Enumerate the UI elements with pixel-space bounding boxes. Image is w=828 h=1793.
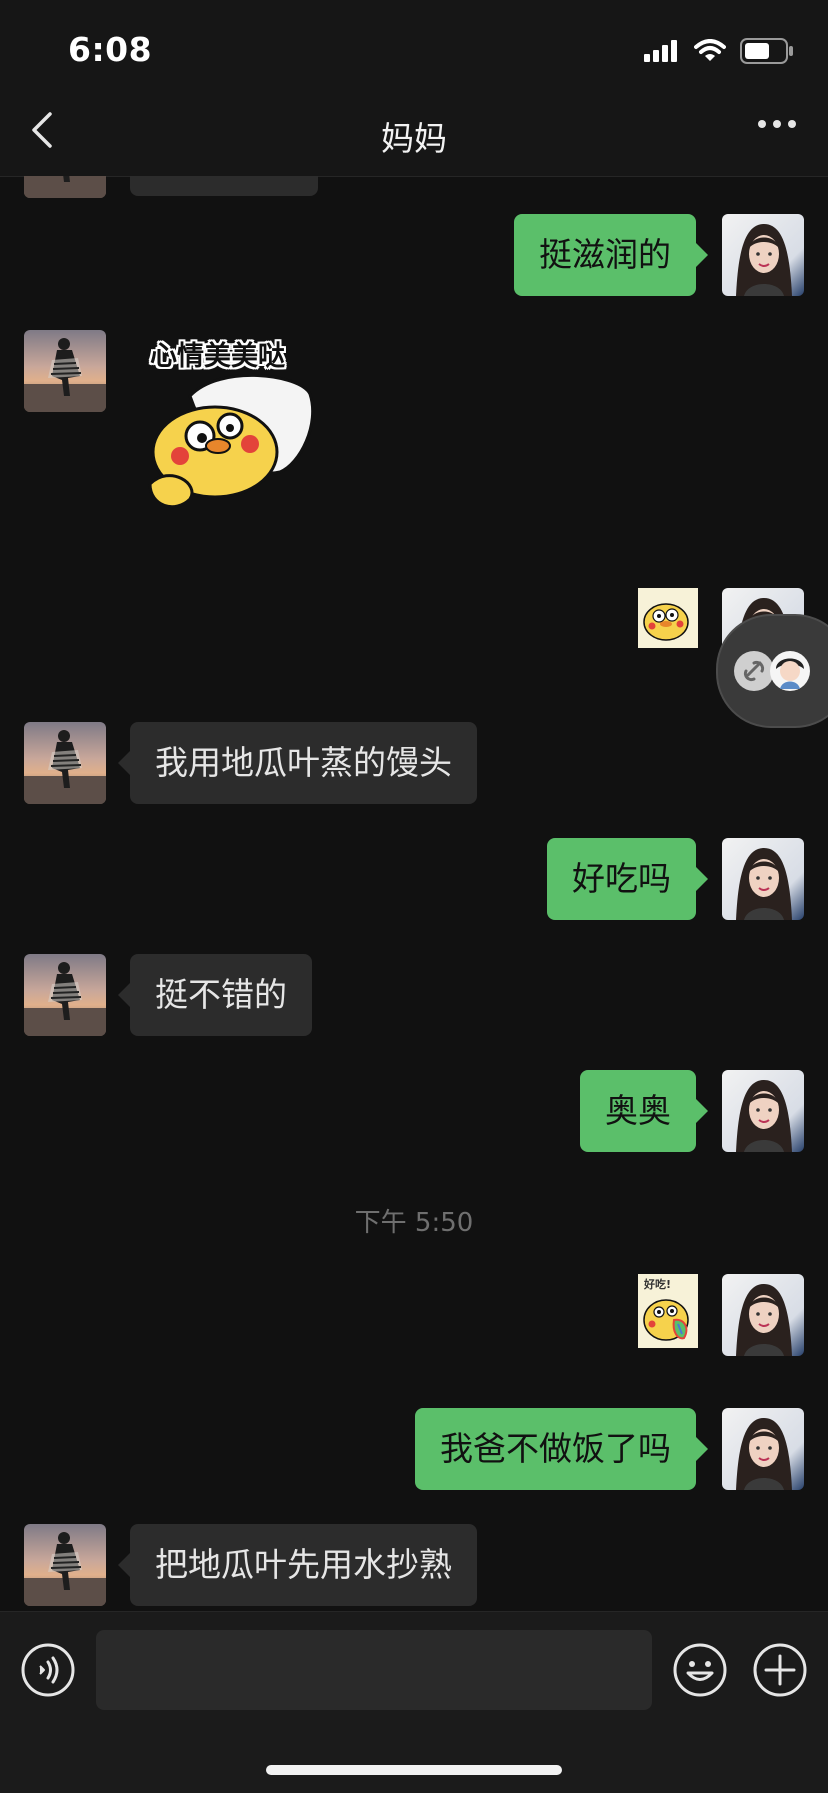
message-input[interactable] bbox=[96, 1630, 652, 1710]
status-time: 6:08 bbox=[68, 30, 153, 69]
signal-icon bbox=[644, 40, 677, 62]
home-indicator bbox=[266, 1765, 562, 1775]
sticker-duck[interactable]: 心情美美哒 bbox=[130, 334, 330, 534]
avatar-mom[interactable] bbox=[24, 330, 106, 412]
mini-avatar-icon bbox=[770, 651, 810, 691]
sticker-duck-small[interactable] bbox=[638, 588, 698, 648]
avatar-mom[interactable] bbox=[24, 954, 106, 1036]
message-bubble-outgoing[interactable]: 挺滋润的 bbox=[514, 214, 708, 296]
plus-icon[interactable] bbox=[752, 1642, 808, 1698]
wifi-icon bbox=[694, 39, 726, 61]
avatar-mom[interactable] bbox=[24, 1524, 106, 1606]
voice-icon[interactable] bbox=[20, 1642, 76, 1698]
message-bubble-incoming[interactable]: 把地瓜叶先用水抄熟 bbox=[118, 1524, 477, 1606]
more-icon[interactable] bbox=[756, 114, 798, 134]
duck-sticker-image bbox=[148, 373, 315, 509]
avatar-self[interactable] bbox=[722, 214, 804, 296]
duck-sticker-image bbox=[643, 603, 689, 641]
message-bubble-partial[interactable] bbox=[130, 176, 318, 196]
message-timestamp: 下午 5:50 bbox=[354, 1208, 474, 1238]
battery-icon bbox=[740, 38, 793, 64]
chat-title: 妈妈 bbox=[381, 119, 447, 158]
status-icons bbox=[644, 36, 794, 66]
emoji-icon[interactable] bbox=[672, 1642, 728, 1698]
sticker-duck-small[interactable]: 好吃! bbox=[638, 1274, 698, 1348]
avatar-self[interactable] bbox=[722, 838, 804, 920]
avatar-self[interactable] bbox=[722, 1274, 804, 1356]
chat-area[interactable]: 挺滋润的 心情美美哒 我用地瓜叶蒸的馒头 好吃吗 挺不错的 奥奥 下午 5:50… bbox=[0, 176, 828, 1610]
sticker-caption: 好吃! bbox=[644, 1278, 672, 1291]
nav-bar: 妈妈 bbox=[0, 84, 828, 177]
message-bubble-outgoing[interactable]: 奥奥 bbox=[580, 1070, 708, 1152]
message-bubble-incoming[interactable]: 我用地瓜叶蒸的馒头 bbox=[118, 722, 477, 804]
avatar-mom[interactable] bbox=[24, 722, 106, 804]
avatar-mom[interactable] bbox=[24, 176, 106, 198]
message-bubble-outgoing[interactable]: 我爸不做饭了吗 bbox=[415, 1408, 708, 1490]
avatar-self[interactable] bbox=[722, 1070, 804, 1152]
message-bubble-outgoing[interactable]: 好吃吗 bbox=[547, 838, 708, 920]
message-bubble-incoming[interactable]: 挺不错的 bbox=[118, 954, 312, 1036]
avatar-self[interactable] bbox=[722, 1408, 804, 1490]
floating-window-button[interactable] bbox=[716, 614, 828, 728]
